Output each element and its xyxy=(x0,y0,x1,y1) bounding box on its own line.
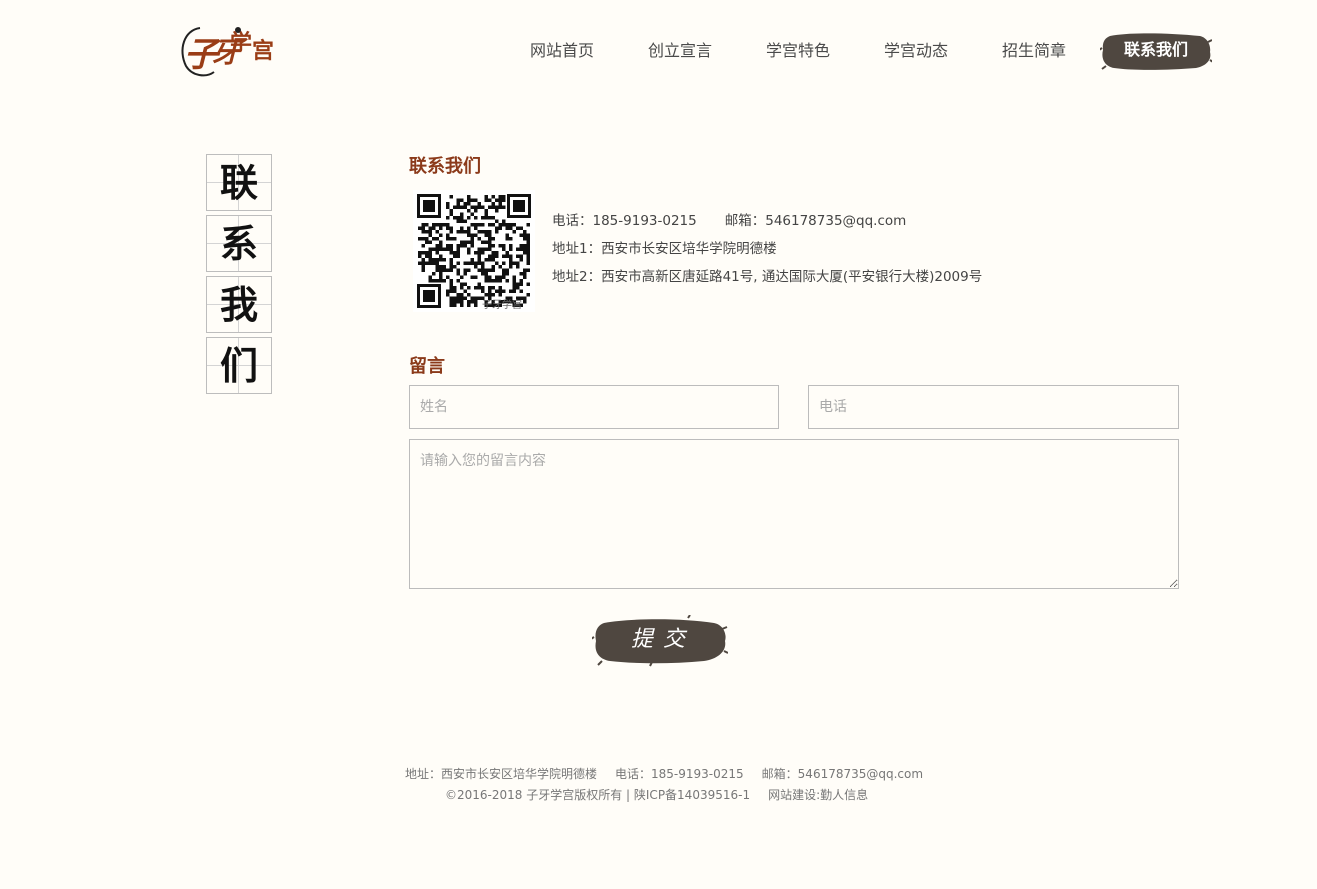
nav-item-news[interactable]: 学宫动态 xyxy=(884,38,948,64)
nav-item-contact-us[interactable]: 联系我们 xyxy=(1100,30,1212,72)
side-title-char: 系 xyxy=(219,221,258,266)
calligraphy-grid-cell: 们 xyxy=(206,337,272,394)
submit-button-label: 提交 xyxy=(630,627,695,652)
footer-builder-link[interactable]: 网站建设:勤人信息 xyxy=(768,788,868,802)
calligraphy-grid-cell: 我 xyxy=(206,276,272,333)
calligraphy-grid-cell: 联 xyxy=(206,154,272,211)
footer-copyright-line: ©2016-2018 子牙学宫版权所有 | 陕ICP备14039516-1 网站建… xyxy=(445,786,868,803)
side-title-char: 们 xyxy=(219,343,258,388)
side-title-char: 联 xyxy=(219,160,258,205)
side-vertical-title: 联 系 我 们 xyxy=(206,154,272,398)
nav-item-founding-declaration[interactable]: 创立宣言 xyxy=(648,38,712,64)
nav-item-features[interactable]: 学宫特色 xyxy=(766,38,830,64)
submit-button[interactable]: 提交 xyxy=(592,615,728,667)
contact-phone-email-line: 电话：185-9193-0215 邮箱：546178735@qq.com xyxy=(552,209,906,229)
nav-item-home[interactable]: 网站首页 xyxy=(530,38,594,64)
footer-address: 地址：西安市长安区培华学院明德楼 xyxy=(405,767,598,781)
footer-copyright: ©2016-2018 子牙学宫版权所有 | 陕ICP备14039516-1 xyxy=(445,788,751,802)
footer-email: 邮箱：546178735@qq.com xyxy=(761,767,924,781)
phone-input[interactable] xyxy=(808,385,1179,429)
site-header: 子 牙 学 宫 网站首页 创立宣言 学宫特色 学宫动态 招生简章 联系我们 xyxy=(0,0,1317,100)
name-input[interactable] xyxy=(409,385,779,429)
calligraphy-grid-cell: 系 xyxy=(206,215,272,272)
side-title-char: 我 xyxy=(219,282,258,327)
message-content-textarea[interactable] xyxy=(409,439,1179,589)
contact-address-1: 地址1：西安市长安区培华学院明德楼 xyxy=(552,241,777,257)
contact-email[interactable]: 邮箱：546178735@qq.com xyxy=(725,213,907,229)
contact-phone: 电话：185-9193-0215 xyxy=(552,213,697,229)
nav-item-contact-us-label: 联系我们 xyxy=(1123,40,1188,59)
contact-address-2: 地址2：西安市高新区唐延路41号, 通达国际大厦(平安银行大楼)2009号 xyxy=(552,269,983,285)
qr-code-caption: 子牙学宫 xyxy=(482,300,522,311)
nav-item-admissions[interactable]: 招生简章 xyxy=(1002,38,1066,64)
contact-section-title: 联系我们 xyxy=(409,156,481,177)
main-nav: 网站首页 创立宣言 学宫特色 学宫动态 招生简章 联系我们 xyxy=(0,0,1317,100)
qr-code-icon xyxy=(413,190,535,312)
message-section-title: 留言 xyxy=(409,356,445,377)
footer-contact-line: 地址：西安市长安区培华学院明德楼 电话：185-9193-0215 邮箱：54617… xyxy=(405,765,923,782)
footer-phone: 电话：185-9193-0215 xyxy=(615,767,744,781)
